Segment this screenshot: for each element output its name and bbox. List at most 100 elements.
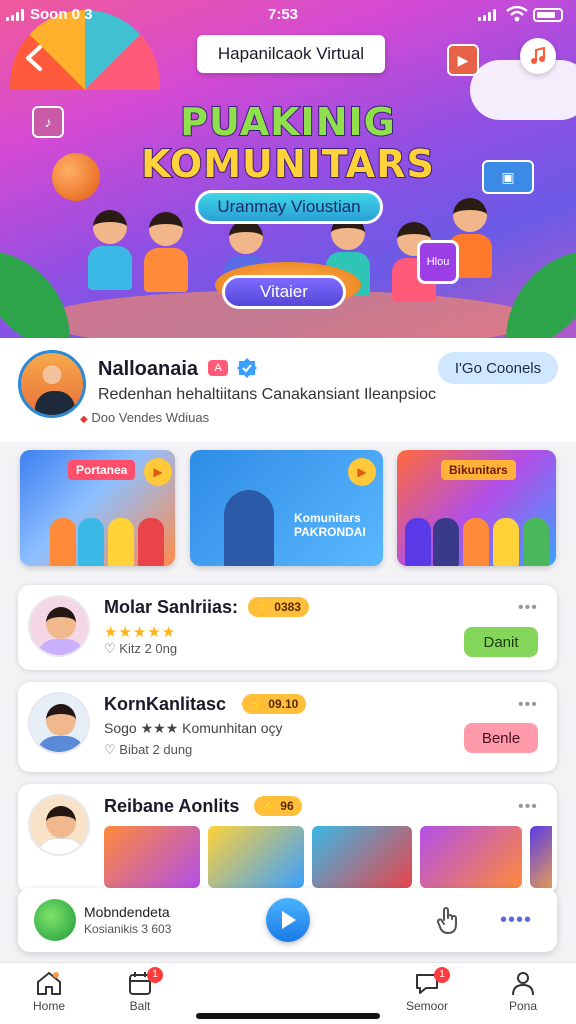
tab-balt[interactable]: 1 Balt (105, 967, 175, 1013)
more-options-icon[interactable]: ••• (518, 599, 538, 617)
list-item[interactable]: Reibane Aonlits ⚡ 96 ••• (18, 784, 557, 894)
play-icon: ▶ (144, 458, 172, 486)
item-meta-text: Kitz 2 0ng (119, 641, 178, 656)
action-button[interactable]: Benle (464, 723, 538, 753)
avatar (28, 692, 90, 754)
media-thumbnail[interactable] (420, 826, 522, 888)
status-time: 7:53 (268, 6, 299, 23)
carrier-text: Soon 0 3 (30, 6, 93, 23)
tab-semoor[interactable]: 1 Semoor (392, 967, 462, 1013)
count-badge-text: 09.10 (268, 697, 299, 711)
back-button[interactable] (14, 38, 54, 78)
profile-meta: ◆ Doo Vendes Wdiuas (80, 410, 209, 425)
battery-icon (533, 8, 563, 22)
tab-label: Balt (129, 999, 151, 1013)
play-icon (282, 911, 296, 929)
item-subtitle: Sogo ★★★ Komunhitan oçy (104, 720, 283, 736)
action-button[interactable]: Danit (464, 627, 538, 657)
count-badge: ⚡ 09.10 (242, 694, 307, 714)
play-button[interactable] (266, 898, 310, 942)
avatar (28, 595, 90, 657)
item-meta-text: Bibat 2 dung (119, 742, 193, 757)
count-badge-text: 96 (280, 799, 294, 813)
hero-banner: ♪ ▶ ▣ Hlou PUAKINIG KOMUNITARS Uranmay V… (0, 0, 576, 338)
profile-meta-text: Doo Vendes Wdiuas (91, 410, 210, 425)
wifi-icon (506, 6, 528, 22)
notification-badge: 1 (147, 967, 163, 983)
tab-home[interactable]: Home (14, 969, 84, 1013)
follow-button[interactable]: I'Go Coonels (438, 352, 558, 384)
leaf-decoration (506, 250, 576, 338)
item-title: Reibane Aonlits (104, 796, 240, 816)
media-thumbnail[interactable] (104, 826, 200, 888)
item-meta: ♡ Kitz 2 0ng (104, 641, 177, 657)
avatar (28, 794, 90, 856)
people-illustration (397, 510, 556, 566)
count-badge-text: 0383 (274, 600, 301, 614)
podcast-icon (34, 899, 76, 941)
profile-description: Redenhan hehaltiitans Canakansiant Ilean… (98, 386, 437, 403)
item-title: Molar Sanlriias: (104, 597, 239, 617)
app-screen: ♪ ▶ ▣ Hlou PUAKINIG KOMUNITARS Uranmay V… (0, 0, 576, 1024)
person-icon (512, 972, 534, 996)
home-icon (37, 972, 61, 995)
heart-icon: ♡ (104, 742, 116, 757)
player-title: Mobndendeta (84, 904, 170, 920)
count-badge: ⚡ 96 (254, 796, 302, 816)
list-item[interactable]: Molar Sanlriias: ⚡ 0383 ★★★★★ ♡ Kitz 2 0… (18, 585, 557, 670)
item-title: KornKanlitasc (104, 694, 227, 714)
more-options-icon[interactable]: •••• (500, 910, 532, 930)
media-thumbnail[interactable] (530, 826, 552, 888)
person-illustration (88, 210, 132, 290)
thumbnail-label: Portanea (68, 460, 136, 480)
tablet-illustration: Hlou (417, 240, 459, 284)
cellular-icon (478, 9, 500, 21)
thumbnail-card[interactable]: Komunitars PAKRONDAI ▶ (190, 450, 383, 566)
count-badge: ⚡ 0383 (248, 597, 309, 617)
person-illustration (144, 212, 188, 292)
rating-stars: ★★★★★ (104, 624, 177, 641)
dot-icon: ◆ (80, 414, 88, 425)
player-subtitle: Kosianikis 3 603 (84, 922, 172, 936)
home-indicator (196, 1013, 380, 1019)
hero-headline-2: KOMUNITARS (140, 141, 435, 187)
notification-badge: 1 (434, 967, 450, 983)
media-thumbnail[interactable] (208, 826, 304, 888)
profile-section: Nalloanaia A I'Go Coonels Redenhan hehal… (0, 338, 576, 442)
verified-check-icon (237, 358, 257, 378)
hero-subtitle: Uranmay Vioustian (195, 190, 383, 224)
media-strip (104, 826, 552, 888)
signal-icon (6, 9, 28, 21)
music-note-icon (531, 47, 545, 64)
list-item[interactable]: KornKanlitasc ⚡ 09.10 Sogo ★★★ Komunhita… (18, 682, 557, 772)
page-title: Hapanilcaok Virtual (197, 35, 385, 73)
people-illustration (190, 490, 383, 566)
music-button[interactable] (520, 38, 556, 74)
people-illustration (20, 510, 175, 566)
media-thumbnail[interactable] (312, 826, 412, 888)
tab-profile[interactable]: Pona (488, 969, 558, 1013)
more-options-icon[interactable]: ••• (518, 798, 538, 816)
item-meta: ♡ Bibat 2 dung (104, 742, 192, 758)
thumbnail-label: Bikunitars (441, 460, 516, 480)
hand-tap-icon[interactable] (432, 904, 464, 936)
more-options-icon[interactable]: ••• (518, 696, 538, 714)
leaf-decoration (0, 250, 70, 338)
mini-player[interactable]: Mobndendeta Kosianikis 3 603 •••• (18, 888, 557, 952)
stage-label[interactable]: Vitaier (222, 275, 346, 309)
status-bar: Soon 0 3 7:53 (0, 0, 576, 30)
verified-badge: A (208, 360, 228, 376)
tab-label: Semoor (405, 999, 449, 1013)
play-icon: ▶ (447, 44, 479, 76)
avatar[interactable] (18, 350, 86, 418)
heart-icon: ♡ (104, 641, 116, 656)
profile-name: Nalloanaia (98, 358, 199, 380)
thumbnail-card[interactable]: Portanea ▶ (20, 450, 175, 566)
hero-headline: PUAKINIG (179, 99, 396, 145)
featured-thumbnails: Portanea ▶ Komunitars PAKRONDAI ▶ Bikuni… (0, 442, 576, 578)
tab-label: Home (32, 999, 65, 1013)
tab-label: Pona (508, 999, 538, 1013)
thumbnail-card[interactable]: Bikunitars (397, 450, 556, 566)
play-icon: ▶ (348, 458, 376, 486)
chevron-left-icon (26, 45, 42, 71)
